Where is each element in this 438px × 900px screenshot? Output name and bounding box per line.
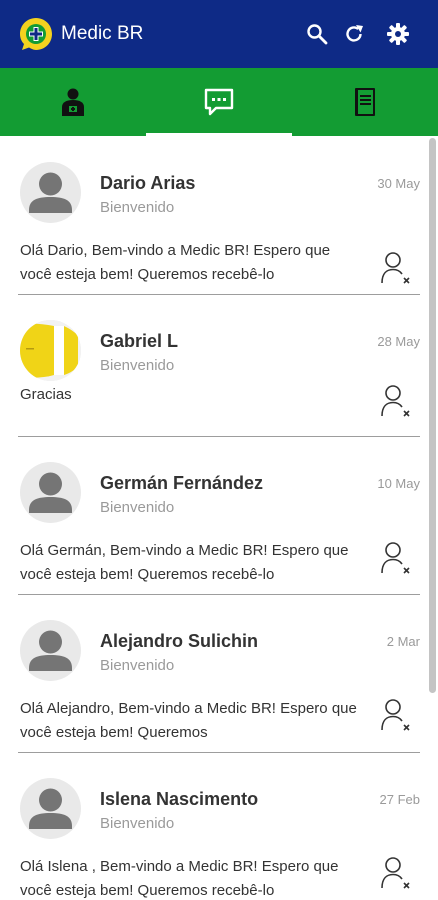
conversation-item[interactable]: Dario Arias Bienvenido 30 May Olá Dario,… bbox=[0, 136, 428, 294]
tab-chats[interactable] bbox=[146, 68, 292, 136]
conversation-subtitle: Bienvenido bbox=[100, 499, 175, 516]
conversation-item[interactable]: Islena Nascimento Bienvenido 27 Feb Olá … bbox=[0, 752, 428, 900]
tab-bar bbox=[0, 68, 438, 136]
user-placeholder-icon bbox=[29, 630, 72, 671]
avatar bbox=[20, 320, 81, 381]
conversation-item[interactable]: Germán Fernández Bienvenido 10 May Olá G… bbox=[0, 436, 428, 594]
contact-name: Germán Fernández bbox=[100, 473, 264, 493]
contact-name: Alejandro Sulichin bbox=[100, 631, 259, 651]
conversation-item[interactable]: Gabriel L Bienvenido 28 May Gracias bbox=[0, 294, 428, 436]
message-preview: Gracias bbox=[20, 386, 72, 403]
message-date: 27 Feb bbox=[379, 792, 420, 807]
conversation-subtitle: Bienvenido bbox=[100, 815, 175, 832]
chat-icon bbox=[204, 88, 234, 116]
contact-name: Islena Nascimento bbox=[100, 789, 259, 809]
remove-user-icon[interactable] bbox=[380, 541, 412, 575]
remove-user-icon[interactable] bbox=[380, 856, 412, 890]
message-date: 28 May bbox=[377, 334, 420, 349]
conversation-subtitle: Bienvenido bbox=[100, 357, 175, 374]
remove-user-icon[interactable] bbox=[380, 251, 412, 285]
remove-user-icon[interactable] bbox=[380, 698, 412, 732]
settings-gear-icon bbox=[387, 23, 409, 45]
user-placeholder-icon bbox=[29, 472, 72, 513]
app-logo-icon bbox=[20, 18, 52, 50]
refresh-icon bbox=[346, 25, 363, 42]
remove-user-icon[interactable] bbox=[380, 384, 412, 418]
contact-name: Gabriel L bbox=[100, 331, 179, 351]
message-preview: Olá Germán, Bem-vindo a Medic BR! Espero… bbox=[20, 542, 349, 583]
avatar bbox=[20, 778, 81, 839]
settings-button[interactable] bbox=[386, 22, 410, 46]
tab-doctors[interactable] bbox=[0, 68, 146, 136]
scrollbar[interactable] bbox=[429, 138, 436, 693]
refresh-button[interactable] bbox=[342, 22, 366, 46]
notebook-icon bbox=[355, 88, 375, 116]
message-preview: Olá Alejandro, Bem-vindo a Medic BR! Esp… bbox=[20, 700, 357, 741]
message-date: 30 May bbox=[377, 176, 420, 191]
search-icon bbox=[307, 24, 328, 45]
user-placeholder-icon bbox=[29, 172, 72, 213]
doctor-icon bbox=[62, 88, 84, 116]
tab-records[interactable] bbox=[292, 68, 438, 136]
message-preview: Olá Islena , Bem-vindo a Medic BR! Esper… bbox=[20, 858, 339, 899]
contact-name: Dario Arias bbox=[100, 173, 196, 193]
app-bar: Medic BR bbox=[0, 0, 438, 68]
user-placeholder-icon bbox=[29, 788, 72, 829]
conversation-subtitle: Bienvenido bbox=[100, 657, 175, 674]
message-date: 10 May bbox=[377, 476, 420, 491]
app-title: Medic BR bbox=[61, 23, 144, 44]
avatar bbox=[20, 162, 81, 223]
profile-photo bbox=[20, 320, 81, 381]
avatar bbox=[20, 462, 81, 523]
message-date: 2 Mar bbox=[386, 634, 420, 649]
avatar bbox=[20, 620, 81, 681]
message-preview: Olá Dario, Bem-vindo a Medic BR! Espero … bbox=[20, 242, 331, 283]
conversation-subtitle: Bienvenido bbox=[100, 199, 175, 216]
conversation-list: Dario Arias Bienvenido 30 May Olá Dario,… bbox=[0, 136, 428, 900]
search-button[interactable] bbox=[305, 22, 329, 46]
conversation-item[interactable]: Alejandro Sulichin Bienvenido 2 Mar Olá … bbox=[0, 594, 428, 752]
